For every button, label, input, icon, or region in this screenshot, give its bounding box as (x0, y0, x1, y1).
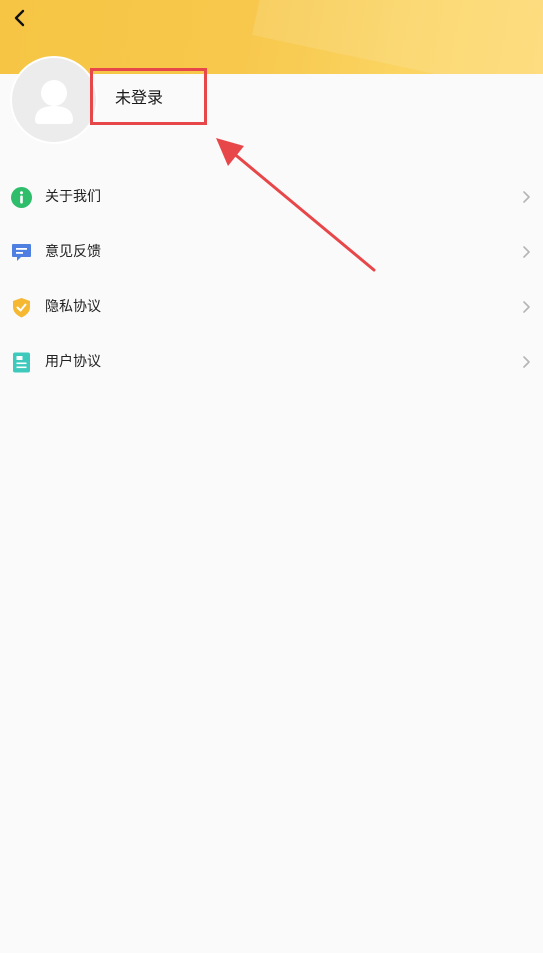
feedback-icon (11, 242, 32, 263)
menu-item-privacy[interactable]: 隐私协议 (0, 280, 543, 335)
chevron-left-icon (6, 4, 34, 32)
menu-item-user-agreement[interactable]: 用户协议 (0, 335, 543, 390)
menu-item-label: 用户协议 (45, 354, 101, 370)
chevron-right-icon (522, 300, 531, 314)
menu-item-label: 隐私协议 (45, 299, 101, 315)
menu-item-feedback[interactable]: 意见反馈 (0, 225, 543, 280)
shield-icon (11, 297, 32, 318)
chevron-right-icon (522, 245, 531, 259)
avatar[interactable] (10, 56, 98, 144)
chevron-right-icon (522, 355, 531, 369)
user-placeholder-icon (12, 58, 96, 142)
chevron-right-icon (522, 190, 531, 204)
back-button[interactable] (6, 4, 34, 32)
login-status-label[interactable]: 未登录 (115, 89, 163, 107)
menu-list: 关于我们 意见反馈 隐私协议 用户协议 (0, 170, 543, 390)
menu-item-label: 关于我们 (45, 189, 101, 205)
document-icon (11, 352, 32, 373)
profile-section: 未登录 (0, 56, 543, 146)
login-highlight-box[interactable]: 未登录 (90, 68, 207, 125)
info-icon (11, 187, 32, 208)
menu-item-label: 意见反馈 (45, 244, 101, 260)
menu-item-about[interactable]: 关于我们 (0, 170, 543, 225)
